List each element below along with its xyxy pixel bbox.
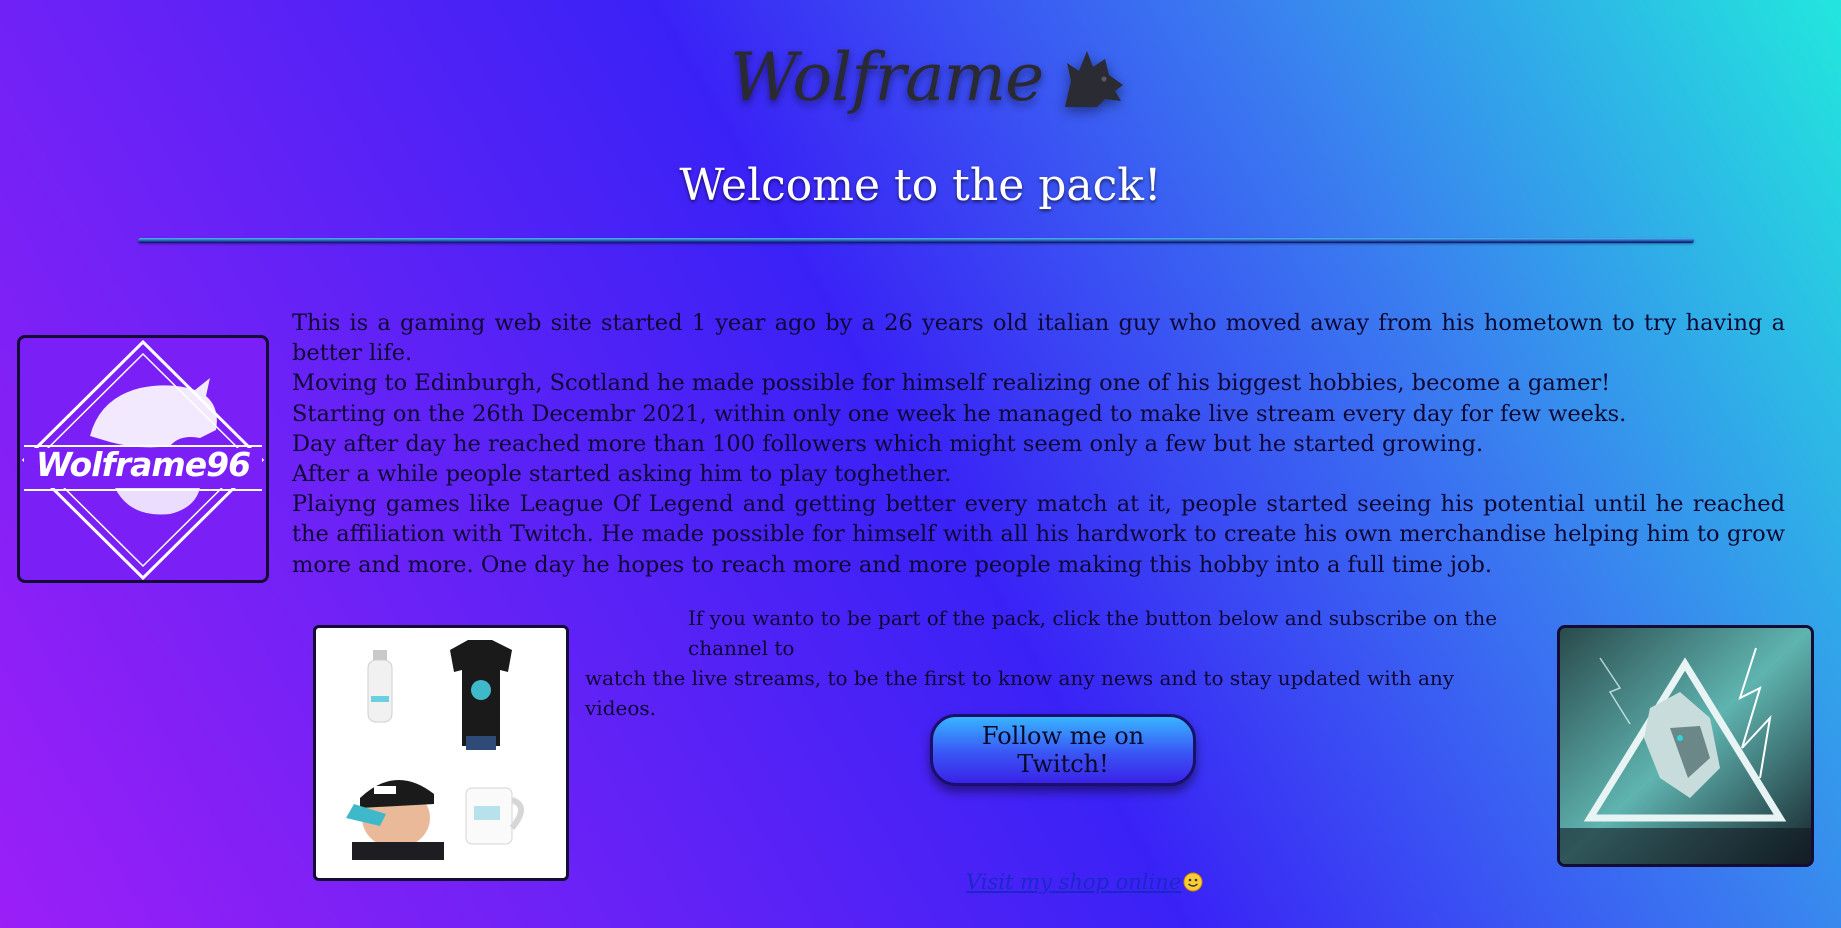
- brand-header: Wolframe: [730, 22, 1129, 132]
- about-line: Starting on the 26th Decembr 2021, withi…: [292, 400, 1627, 427]
- wolf-artwork-image: [1557, 625, 1814, 867]
- follow-twitch-button[interactable]: Follow me on Twitch!: [930, 714, 1196, 786]
- brand-name: Wolframe: [730, 38, 1044, 116]
- about-line: This is a gaming web site started 1 year…: [292, 310, 1785, 367]
- channel-logo: Wolframe96: [17, 335, 269, 583]
- welcome-heading: Welcome to the pack!: [679, 160, 1162, 211]
- cta-text: If you wanto to be part of the pack, cli…: [585, 603, 1505, 723]
- about-line: Moving to Edinburgh, Scotland he made po…: [292, 370, 1611, 397]
- shop-link-text[interactable]: Visit my shop online: [966, 870, 1181, 894]
- about-line: Day after day he reached more than 100 f…: [292, 430, 1484, 457]
- logo-text: Wolframe96: [35, 445, 251, 484]
- wolf-head-icon: [1057, 41, 1129, 113]
- shop-link[interactable]: Visit my shop online: [966, 870, 1203, 897]
- cta-line: If you wanto to be part of the pack, cli…: [688, 606, 1498, 660]
- merchandise-image: [313, 625, 569, 881]
- about-line: After a while people started asking him …: [292, 461, 952, 488]
- about-text: This is a gaming web site started 1 year…: [292, 308, 1785, 580]
- header-divider: [138, 238, 1694, 243]
- about-line: Plaiyng games like League Of Legend and …: [292, 491, 1785, 578]
- smiley-icon: [1183, 872, 1203, 897]
